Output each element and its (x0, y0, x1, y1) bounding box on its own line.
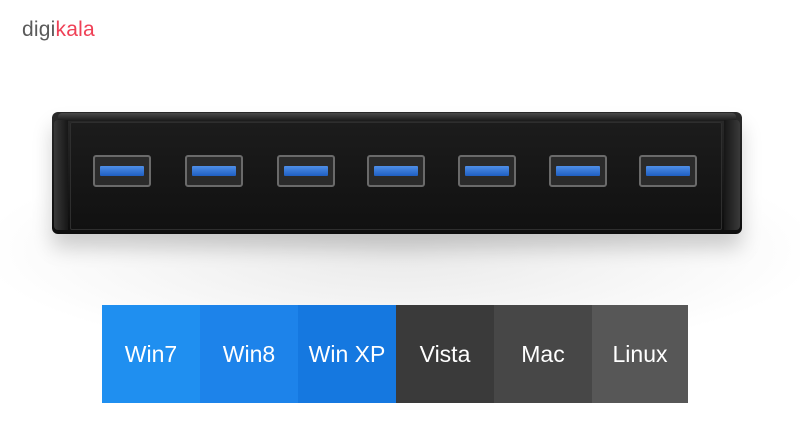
usb-port (458, 155, 516, 187)
os-label-win7: Win7 (102, 305, 200, 403)
usb-port (639, 155, 697, 187)
usb-port (367, 155, 425, 187)
os-label-win8: Win8 (200, 305, 298, 403)
os-compatibility-strip: Win7 Win8 Win XP Vista Mac Linux (102, 305, 688, 403)
usb-port-connector (374, 166, 418, 176)
usb-hub-top-edge (58, 113, 736, 121)
usb-hub-right-side (724, 120, 740, 230)
usb-port-connector (284, 166, 328, 176)
os-label-winxp: Win XP (298, 305, 396, 403)
digikala-logo[interactable]: digikala (22, 18, 95, 42)
os-label-mac: Mac (494, 305, 592, 403)
logo-part-digi: digi (22, 18, 56, 41)
usb-port (185, 155, 243, 187)
os-label-vista: Vista (396, 305, 494, 403)
usb-port (549, 155, 607, 187)
usb-port-connector (100, 166, 144, 176)
usb-hub-left-side (54, 120, 68, 230)
usb-port-connector (192, 166, 236, 176)
usb-port (93, 155, 151, 187)
usb-port-connector (465, 166, 509, 176)
usb-port (277, 155, 335, 187)
logo-part-kala: kala (55, 18, 95, 41)
usb-port-connector (556, 166, 600, 176)
usb-port-connector (646, 166, 690, 176)
os-label-linux: Linux (592, 305, 688, 403)
